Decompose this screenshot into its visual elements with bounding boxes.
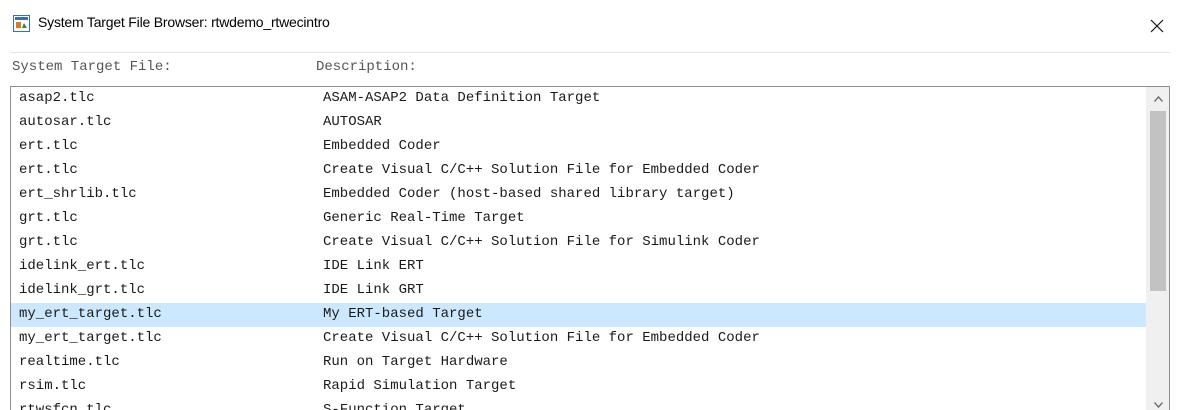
target-description: S-Function Target — [323, 402, 466, 410]
target-description: Create Visual C/C++ Solution File for Em… — [323, 330, 760, 346]
target-description: Embedded Coder (host-based shared librar… — [323, 186, 735, 202]
list-item[interactable]: realtime.tlc Run on Target Hardware — [11, 351, 1147, 375]
target-file-name: my_ert_target.tlc — [19, 330, 162, 346]
target-description: IDE Link GRT — [323, 282, 424, 298]
target-file-name: idelink_grt.tlc — [19, 282, 146, 298]
system-target-file-browser-window: System Target File Browser: rtwdemo_rtwe… — [0, 0, 1180, 410]
target-description: Generic Real-Time Target — [323, 210, 525, 226]
header-description: Description: — [316, 59, 417, 75]
close-icon — [1150, 19, 1164, 33]
list-item[interactable]: idelink_grt.tlc IDE Link GRT — [11, 279, 1147, 303]
target-file-name: rtwsfcn.tlc — [19, 402, 112, 410]
target-file-name: autosar.tlc — [19, 114, 112, 130]
target-file-name: rsim.tlc — [19, 378, 87, 394]
scroll-up-button[interactable] — [1147, 87, 1169, 109]
target-file-name: grt.tlc — [19, 210, 78, 226]
close-button[interactable] — [1134, 0, 1180, 52]
list-item[interactable]: my_ert_target.tlc Create Visual C/C++ Sol… — [11, 327, 1147, 351]
list-item[interactable]: ert_shrlib.tlc Embedded Coder (host-based… — [11, 183, 1147, 207]
title-bar[interactable]: System Target File Browser: rtwdemo_rtwe… — [0, 0, 1180, 52]
list-item[interactable]: grt.tlc Generic Real-Time Target — [11, 207, 1147, 231]
target-file-name: idelink_ert.tlc — [19, 258, 146, 274]
simulink-app-icon — [13, 15, 30, 32]
list-item[interactable]: rtwsfcn.tlc S-Function Target — [11, 399, 1147, 410]
target-file-list[interactable]: asap2.tlc ASAM-ASAP2 Data Definition Targ… — [10, 86, 1170, 410]
vertical-scrollbar[interactable] — [1146, 87, 1169, 410]
target-file-name: asap2.tlc — [19, 90, 95, 106]
scroll-up-arrow-icon — [1153, 89, 1163, 107]
list-item[interactable]: autosar.tlc AUTOSAR — [11, 111, 1147, 135]
list-item[interactable]: idelink_ert.tlc IDE Link ERT — [11, 255, 1147, 279]
list-item[interactable]: ert.tlc Embedded Coder — [11, 135, 1147, 159]
list-rows: asap2.tlc ASAM-ASAP2 Data Definition Targ… — [11, 87, 1147, 410]
target-description: Create Visual C/C++ Solution File for Em… — [323, 162, 760, 178]
target-file-name: grt.tlc — [19, 234, 78, 250]
scroll-down-arrow-icon — [1153, 395, 1163, 410]
list-item[interactable]: ert.tlc Create Visual C/C++ Solution File… — [11, 159, 1147, 183]
window-title: System Target File Browser: rtwdemo_rtwe… — [38, 14, 330, 30]
target-description: My ERT-based Target — [323, 306, 483, 322]
target-file-name: my_ert_target.tlc — [19, 306, 162, 322]
target-file-name: ert_shrlib.tlc — [19, 186, 137, 202]
target-description: AUTOSAR — [323, 114, 382, 130]
list-item[interactable]: grt.tlc Create Visual C/C++ Solution File… — [11, 231, 1147, 255]
scroll-down-button[interactable] — [1147, 393, 1169, 410]
target-description: IDE Link ERT — [323, 258, 424, 274]
target-description: Create Visual C/C++ Solution File for Si… — [323, 234, 760, 250]
target-description: ASAM-ASAP2 Data Definition Target — [323, 90, 601, 106]
target-description: Embedded Coder — [323, 138, 441, 154]
target-file-name: ert.tlc — [19, 138, 78, 154]
scroll-thumb[interactable] — [1150, 111, 1166, 291]
target-description: Rapid Simulation Target — [323, 378, 517, 394]
list-item[interactable]: my_ert_target.tlc My ERT-based Target — [11, 303, 1147, 327]
target-file-name: realtime.tlc — [19, 354, 120, 370]
header-system-target-file: System Target File: — [12, 59, 172, 75]
target-file-name: ert.tlc — [19, 162, 78, 178]
target-description: Run on Target Hardware — [323, 354, 508, 370]
column-headers: System Target File: Description: — [10, 52, 1170, 83]
list-item[interactable]: asap2.tlc ASAM-ASAP2 Data Definition Targ… — [11, 87, 1147, 111]
list-item[interactable]: rsim.tlc Rapid Simulation Target — [11, 375, 1147, 399]
